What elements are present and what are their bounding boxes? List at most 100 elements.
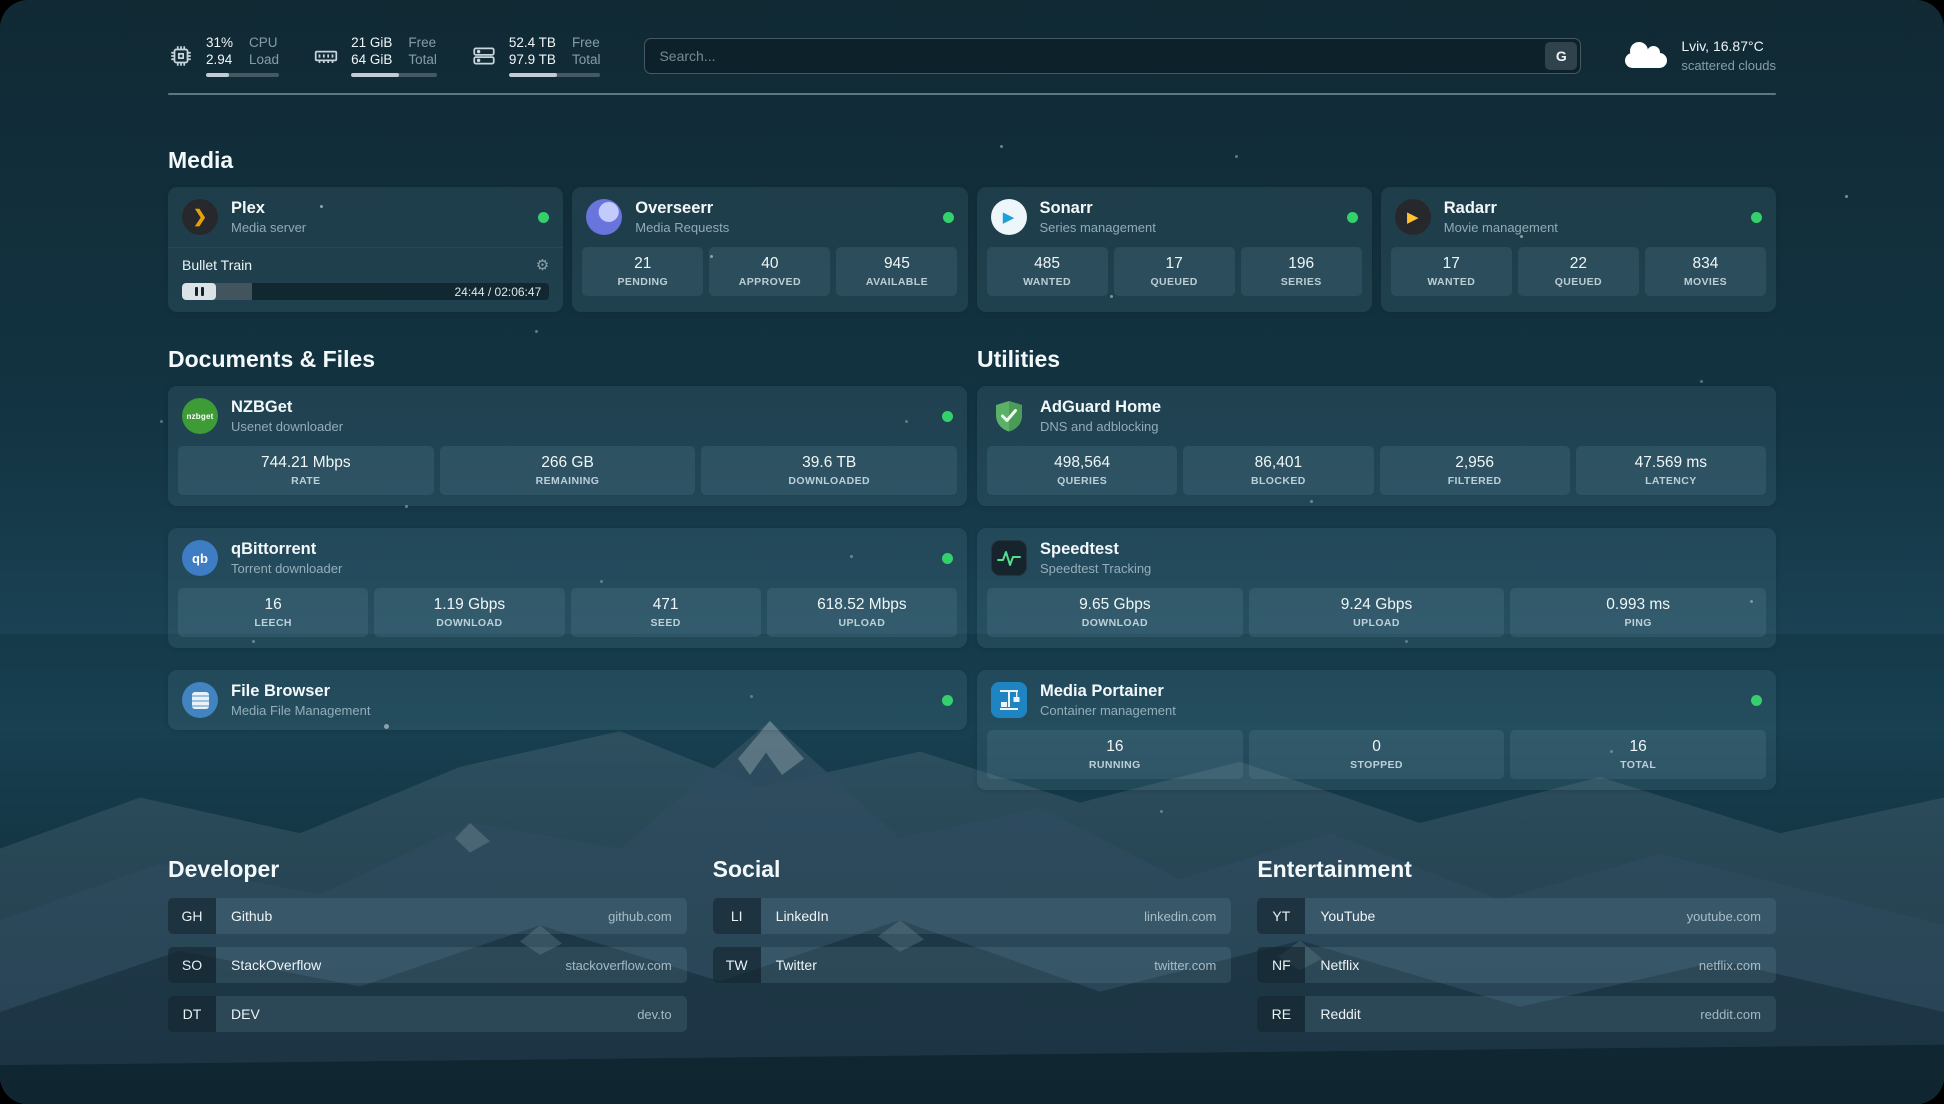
plex-now-playing: Bullet Train ⚙ 24:44 / 02:06:47 [168,247,563,312]
entertainment-heading: Entertainment [1257,856,1776,883]
radarr-card: ▶ Radarr Movie management 17WANTED 22QUE… [1381,187,1776,312]
documents-column: Documents & Files nzbget NZBGet Usenet d… [168,312,967,730]
filebrowser-card: File Browser Media File Management [168,670,967,730]
stat-downloaded: 39.6 TBDOWNLOADED [701,446,957,495]
bookmarks-grid: Developer GH Github github.com SO StackO… [168,790,1776,1045]
bookmark-linkedin[interactable]: LI LinkedIn linkedin.com [713,898,1232,934]
portainer-stats: 16RUNNING 0STOPPED 16TOTAL [977,730,1776,790]
stat-upload: 618.52 MbpsUPLOAD [767,588,957,637]
pause-button[interactable] [182,283,216,300]
plex-subtitle: Media server [231,219,306,236]
memory-label-total: Total [408,51,437,68]
nzbget-stats: 744.21 MbpsRATE 266 GBREMAINING 39.6 TBD… [168,446,967,506]
stat-seed: 471SEED [571,588,761,637]
stat-wanted: 17WANTED [1391,247,1512,296]
filebrowser-subtitle: Media File Management [231,702,370,719]
portainer-link[interactable]: Media Portainer Container management [977,670,1776,730]
nzbget-title: NZBGet [231,397,343,418]
filebrowser-status-dot [942,695,953,706]
bookmark-netflix[interactable]: NF Netflix netflix.com [1257,947,1776,983]
overseerr-link[interactable]: Overseerr Media Requests [572,187,967,247]
speedtest-title: Speedtest [1040,539,1151,560]
overseerr-stats: 21PENDING 40APPROVED 945AVAILABLE [572,247,967,307]
playback-progress-bar[interactable]: 24:44 / 02:06:47 [182,283,549,300]
disk-free-value: 52.4 TB [509,34,556,51]
filebrowser-icon [182,682,218,718]
stat-movies: 834MOVIES [1645,247,1766,296]
overseerr-icon [586,199,622,235]
cpu-usage-bar [206,73,279,77]
stat-upload: 9.24 GbpsUPLOAD [1249,588,1505,637]
speedtest-pulse-icon [991,540,1027,576]
weather-widget: Lviv, 16.87°C scattered clouds [1625,37,1776,75]
twitter-abbr: TW [713,947,761,983]
gear-icon[interactable]: ⚙ [536,256,549,274]
utilities-column: Utilities [977,312,1776,790]
cpu-label-2: Load [249,51,279,68]
qbittorrent-stats: 16LEECH 1.19 GbpsDOWNLOAD 471SEED 618.52… [168,588,967,648]
nzbget-icon: nzbget [182,398,218,434]
stat-blocked: 86,401BLOCKED [1183,446,1373,495]
utilities-section-heading: Utilities [977,346,1776,373]
memory-icon [313,43,339,69]
memory-label-free: Free [408,34,437,51]
reddit-abbr: RE [1257,996,1305,1032]
weather-condition: scattered clouds [1681,56,1776,75]
memory-usage-bar [351,73,437,77]
memory-free-value: 21 GiB [351,34,392,51]
entertainment-column: Entertainment YT YouTube youtube.com NF … [1257,790,1776,1045]
sonarr-link[interactable]: ▶ Sonarr Series management [977,187,1372,247]
plex-status-dot [538,212,549,223]
netflix-abbr: NF [1257,947,1305,983]
cpu-icon [168,43,194,69]
filebrowser-link[interactable]: File Browser Media File Management [168,670,967,730]
qbittorrent-subtitle: Torrent downloader [231,560,342,577]
resource-widgets: 31% 2.94 CPU Load [168,34,600,77]
overseerr-subtitle: Media Requests [635,219,729,236]
cloud-icon [1625,53,1667,68]
speedtest-stats: 9.65 GbpsDOWNLOAD 9.24 GbpsUPLOAD 0.993 … [977,588,1776,648]
radarr-subtitle: Movie management [1444,219,1558,236]
plex-link[interactable]: ❯ Plex Media server [168,187,563,247]
speedtest-subtitle: Speedtest Tracking [1040,560,1151,577]
sonarr-subtitle: Series management [1040,219,1156,236]
qbittorrent-link[interactable]: qb qBittorrent Torrent downloader [168,528,967,588]
portainer-title: Media Portainer [1040,681,1176,702]
now-playing-title: Bullet Train [182,257,252,273]
radarr-title: Radarr [1444,198,1558,219]
overseerr-card: Overseerr Media Requests 21PENDING 40APP… [572,187,967,312]
search-provider-button[interactable]: G [1545,42,1577,70]
disk-widget: 52.4 TB 97.9 TB Free Total [471,34,601,77]
qbittorrent-title: qBittorrent [231,539,342,560]
bookmark-twitter[interactable]: TW Twitter twitter.com [713,947,1232,983]
github-abbr: GH [168,898,216,934]
bookmark-stackoverflow[interactable]: SO StackOverflow stackoverflow.com [168,947,687,983]
bookmark-youtube[interactable]: YT YouTube youtube.com [1257,898,1776,934]
speedtest-link[interactable]: Speedtest Speedtest Tracking [977,528,1776,588]
overseerr-title: Overseerr [635,198,729,219]
bookmark-github[interactable]: GH Github github.com [168,898,687,934]
disk-total-value: 97.9 TB [509,51,556,68]
radarr-link[interactable]: ▶ Radarr Movie management [1381,187,1776,247]
stat-download: 9.65 GbpsDOWNLOAD [987,588,1243,637]
portainer-crane-icon [991,682,1027,718]
memory-total-value: 64 GiB [351,51,392,68]
search-input[interactable] [644,38,1581,74]
plex-card: ❯ Plex Media server Bullet Train ⚙ [168,187,563,312]
bookmark-dev[interactable]: DT DEV dev.to [168,996,687,1032]
disk-readout: 52.4 TB 97.9 TB Free Total [509,34,601,77]
speedtest-card: Speedtest Speedtest Tracking 9.65 GbpsDO… [977,528,1776,648]
radarr-stats: 17WANTED 22QUEUED 834MOVIES [1381,247,1776,307]
stat-ping: 0.993 msPING [1510,588,1766,637]
adguard-link[interactable]: AdGuard Home DNS and adblocking [977,386,1776,446]
search-bar: G [644,38,1581,74]
bookmark-reddit[interactable]: RE Reddit reddit.com [1257,996,1776,1032]
portainer-subtitle: Container management [1040,702,1176,719]
stat-stopped: 0STOPPED [1249,730,1505,779]
stat-pending: 21PENDING [582,247,703,296]
stat-wanted: 485WANTED [987,247,1108,296]
adguard-card: AdGuard Home DNS and adblocking 498,564Q… [977,386,1776,506]
nzbget-link[interactable]: nzbget NZBGet Usenet downloader [168,386,967,446]
nzbget-subtitle: Usenet downloader [231,418,343,435]
portainer-card: Media Portainer Container management 16R… [977,670,1776,790]
